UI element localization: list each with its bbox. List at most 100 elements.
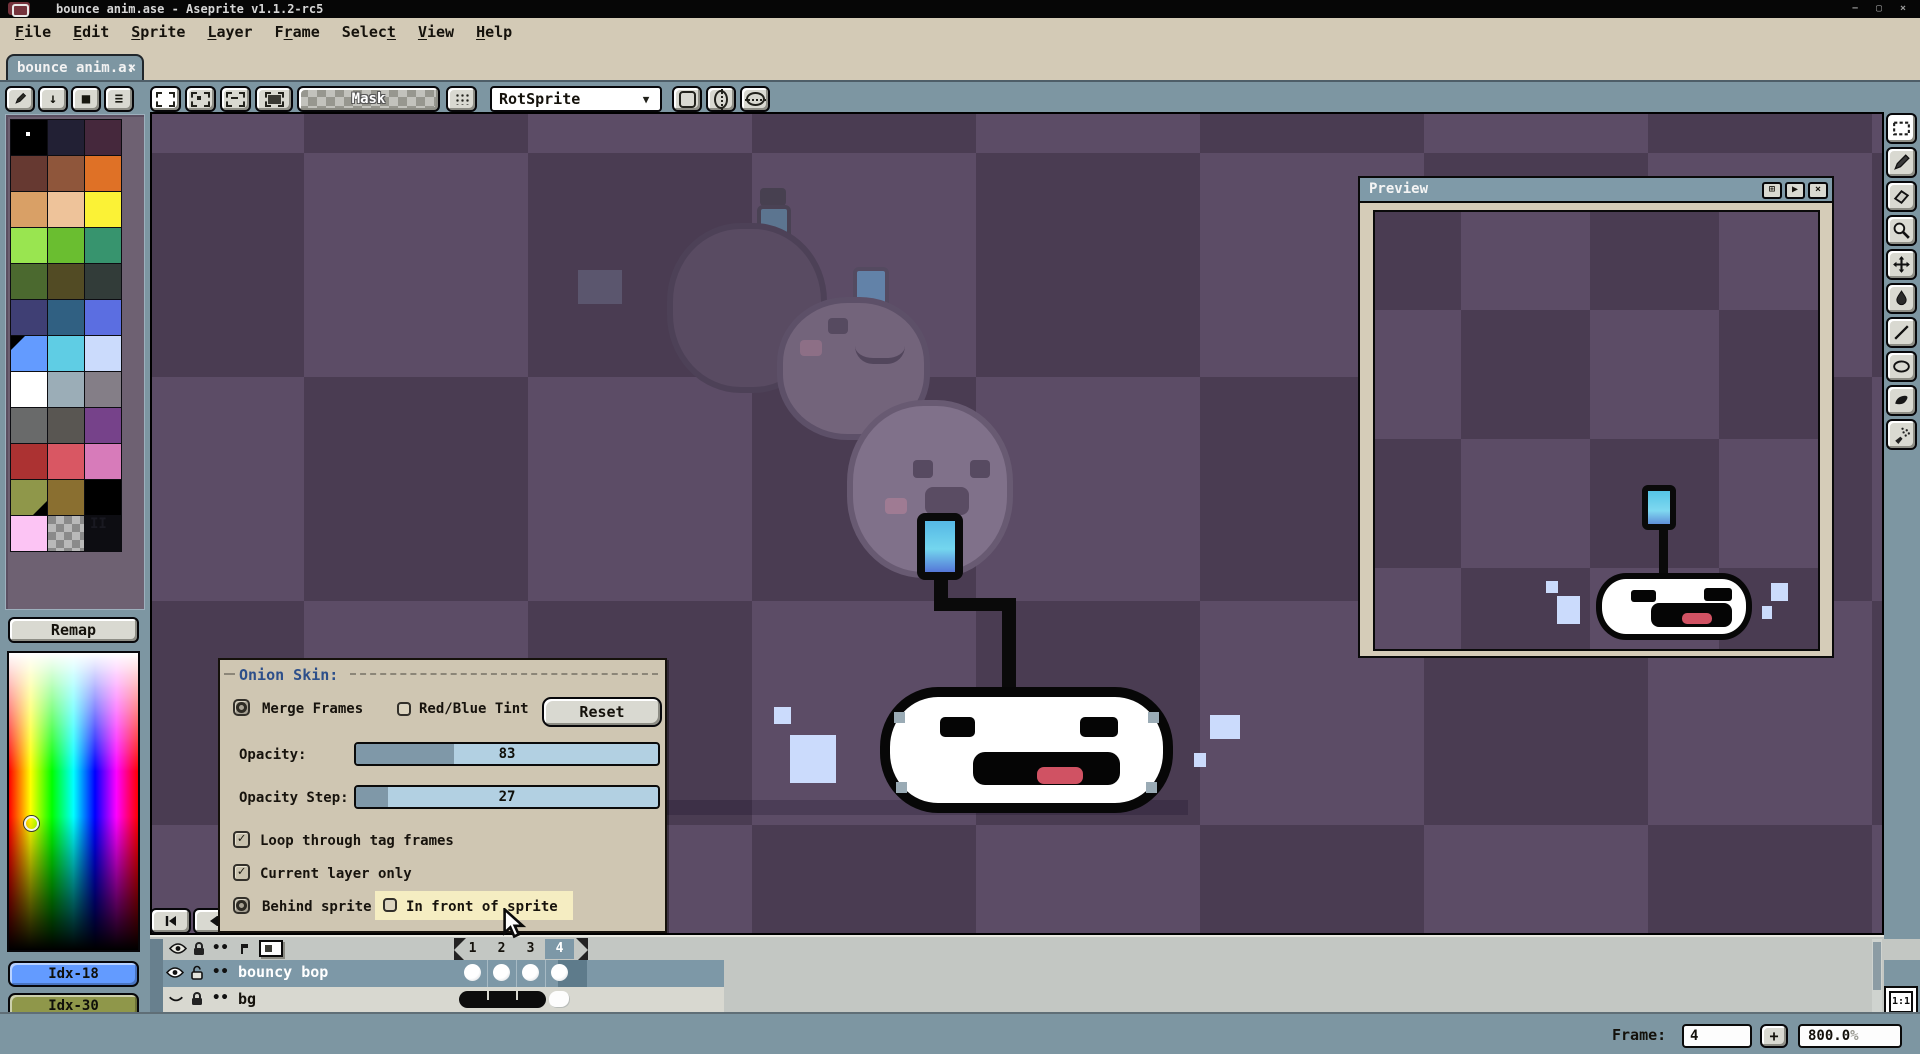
first-frame-button[interactable]	[150, 908, 191, 934]
lock-icon[interactable]	[189, 991, 209, 1007]
menu-item-select[interactable]: Select	[331, 20, 407, 44]
continuous-icon[interactable]: ••	[212, 940, 232, 956]
palette-swatch-34[interactable]	[48, 516, 84, 551]
palette-presets-button[interactable]: ■	[71, 86, 101, 112]
palette-swatch-30[interactable]	[11, 480, 47, 515]
red-blue-tint-label[interactable]: Red/Blue Tint	[419, 701, 529, 717]
palette-swatch-32[interactable]	[85, 480, 121, 515]
preview-center-button[interactable]: ⊞	[1762, 182, 1782, 199]
foreground-color-button[interactable]: Idx-18	[8, 961, 139, 987]
opacity-step-slider[interactable]: 27	[354, 785, 660, 809]
palette-swatch-23[interactable]	[85, 372, 121, 407]
timeline-scrollbar[interactable]	[1872, 939, 1882, 1012]
onion-skin-dialog[interactable]: Onion Skin: Merge Frames Red/Blue Tint R…	[218, 658, 667, 933]
opacity-slider[interactable]: 83	[354, 742, 660, 766]
tool-paint-bucket[interactable]	[1886, 283, 1917, 314]
preview-window[interactable]: Preview ⊞ ▶ ×	[1358, 176, 1834, 658]
menu-item-help[interactable]: Help	[465, 20, 523, 44]
grid-settings-button[interactable]	[446, 86, 477, 112]
palette-swatch-17[interactable]	[85, 300, 121, 335]
palette-swatch-27[interactable]	[11, 444, 47, 479]
palette-swatch-13[interactable]	[48, 264, 84, 299]
tool-line[interactable]	[1886, 317, 1917, 348]
current-layer-only-label[interactable]: Current layer only	[260, 866, 412, 882]
palette-swatch-16[interactable]	[48, 300, 84, 335]
zoom-level-field[interactable]: 800.0%	[1798, 1024, 1902, 1048]
palette-swatch-6[interactable]	[11, 192, 47, 227]
palette-swatch-26[interactable]	[85, 408, 121, 443]
palette-swatch-14[interactable]	[85, 264, 121, 299]
merge-frames-label[interactable]: Merge Frames	[262, 701, 363, 717]
palette-swatch-10[interactable]	[48, 228, 84, 263]
preview-play-button[interactable]: ▶	[1785, 182, 1805, 199]
palette-options-button[interactable]: ≡	[104, 86, 134, 112]
palette-swatch-9[interactable]	[11, 228, 47, 263]
tool-move[interactable]	[1886, 249, 1917, 280]
palette-swatch-25[interactable]	[48, 408, 84, 443]
behind-sprite-radio[interactable]	[233, 897, 250, 914]
reset-button[interactable]: Reset	[542, 697, 662, 727]
red-blue-tint-radio[interactable]	[397, 702, 411, 716]
palette-swatch-29[interactable]	[85, 444, 121, 479]
tool-eraser[interactable]	[1886, 181, 1917, 212]
cel-keyframe[interactable]	[549, 991, 570, 1008]
selection-replace-button[interactable]	[150, 86, 181, 112]
in-front-of-sprite-label[interactable]: In front of sprite	[406, 899, 558, 915]
pivot-button[interactable]	[672, 86, 702, 112]
tool-zoom[interactable]	[1886, 215, 1917, 246]
timeline-gutter[interactable]	[150, 939, 163, 1014]
palette-swatch-19[interactable]	[48, 336, 84, 371]
palette-swatch-4[interactable]	[48, 156, 84, 191]
maximize-button[interactable]: ▢	[1869, 2, 1889, 15]
cel-frame-2[interactable]	[493, 964, 510, 981]
palette-swatch-24[interactable]	[11, 408, 47, 443]
linked-cels-bar[interactable]	[459, 991, 546, 1008]
scrollbar-thumb[interactable]	[1873, 942, 1881, 990]
palette-swatch-12[interactable]	[11, 264, 47, 299]
menu-item-file[interactable]: File	[4, 20, 62, 44]
layer-name[interactable]: bg	[238, 990, 256, 1008]
eye-icon[interactable]	[168, 941, 188, 957]
tool-pencil[interactable]	[1886, 147, 1917, 178]
palette-swatch-31[interactable]	[48, 480, 84, 515]
cel-frame-3[interactable]	[522, 964, 539, 981]
palette-swatch-7[interactable]	[48, 192, 84, 227]
selection-add-button[interactable]	[185, 86, 216, 112]
palette-swatch-20[interactable]	[85, 336, 121, 371]
palette-swatch-2[interactable]	[85, 120, 121, 155]
transparent-color-button[interactable]: Mask	[297, 86, 440, 112]
dropdown-arrow-icon[interactable]: ▼	[634, 88, 658, 110]
menu-item-sprite[interactable]: Sprite	[120, 20, 196, 44]
flip-vertical-button[interactable]	[740, 86, 770, 112]
closed-eye-icon[interactable]	[167, 991, 187, 1007]
loop-tag-frames-checkbox[interactable]: ✓	[233, 831, 250, 848]
close-button[interactable]: ×	[1893, 2, 1913, 15]
minimize-button[interactable]: −	[1845, 2, 1865, 15]
in-front-of-sprite-radio[interactable]	[383, 898, 397, 912]
title-bar[interactable]: bounce anim.ase - Aseprite v1.1.2-rc5 − …	[0, 0, 1920, 18]
menu-item-frame[interactable]: Frame	[264, 20, 331, 44]
preview-close-button[interactable]: ×	[1808, 182, 1828, 199]
selection-subtract-button[interactable]	[220, 86, 251, 112]
lock-icon[interactable]	[191, 941, 211, 957]
tag-flag-icon[interactable]	[235, 941, 255, 957]
merge-frames-radio[interactable]	[233, 699, 250, 716]
preview-canvas[interactable]	[1373, 210, 1820, 651]
tool-spray[interactable]	[1886, 419, 1917, 450]
tool-rectangular-marquee[interactable]	[1886, 113, 1917, 144]
menu-item-layer[interactable]: Layer	[196, 20, 263, 44]
menu-item-view[interactable]: View	[407, 20, 465, 44]
frame-header-3[interactable]: 3	[516, 939, 545, 959]
palette-swatch-5[interactable]	[85, 156, 121, 191]
paste-behavior-button[interactable]	[255, 86, 293, 112]
sort-palette-button[interactable]: ↓	[38, 86, 68, 112]
flip-horizontal-button[interactable]	[706, 86, 736, 112]
tab-close-icon[interactable]: ×	[128, 56, 136, 80]
behind-sprite-label[interactable]: Behind sprite	[262, 899, 372, 915]
palette-swatch-8[interactable]	[85, 192, 121, 227]
edit-palette-button[interactable]	[5, 86, 35, 112]
cel-frame-1[interactable]	[464, 964, 481, 981]
palette-swatch-0[interactable]	[11, 120, 47, 155]
color-spectrum-picker[interactable]	[7, 651, 140, 952]
cel-box-icon[interactable]	[259, 940, 283, 957]
